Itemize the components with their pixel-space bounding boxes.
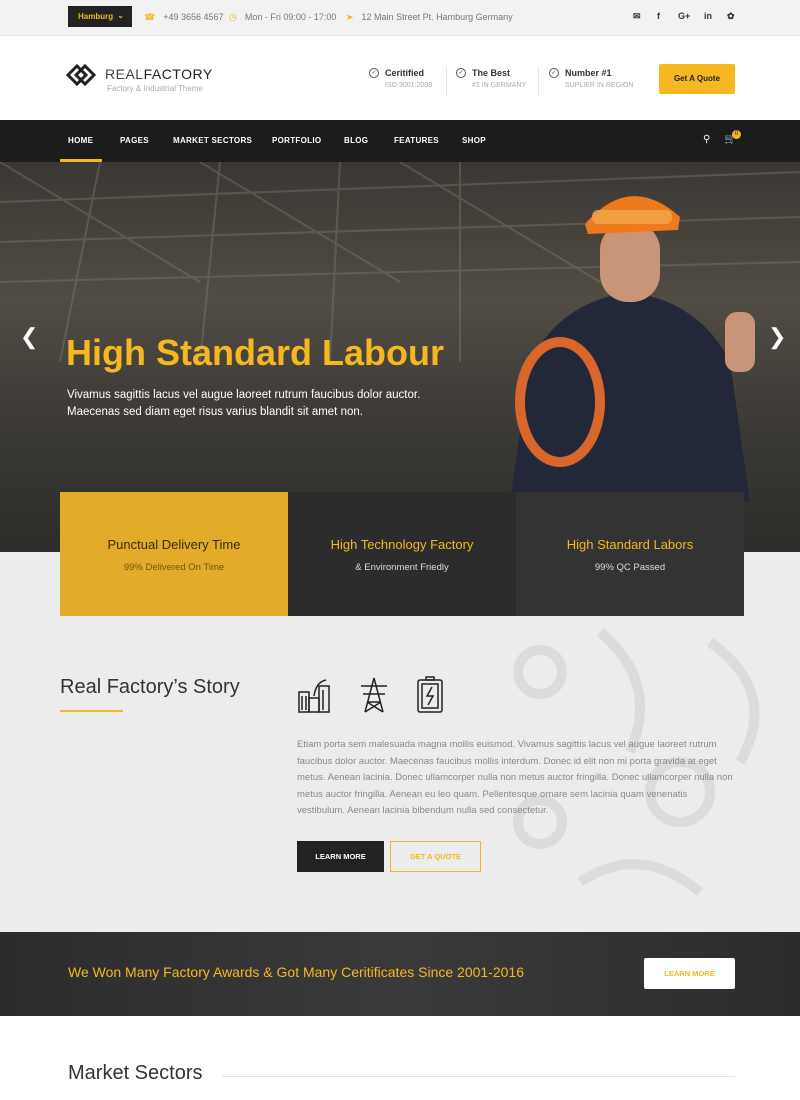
cart-count-badge: 0 — [732, 130, 741, 139]
divider — [446, 66, 447, 96]
phone-info: ☎ +49 3656 4567 — [144, 12, 224, 23]
next-slide-arrow-icon[interactable]: ❯ — [768, 324, 786, 350]
feature-box-title: Punctual Delivery Time — [107, 537, 241, 552]
top-bar: Hamburg ⌄ ☎ +49 3656 4567 ◷ Mon - Fri 09:0… — [0, 0, 800, 36]
learn-more-button[interactable]: LEARN MORE — [297, 841, 384, 872]
feature-box-labors[interactable]: High Standard Labors 99% QC Passed — [516, 492, 744, 616]
twitter-icon[interactable]: ✿ — [727, 11, 735, 22]
feature-box-title: High Technology Factory — [330, 537, 474, 552]
prev-slide-arrow-icon[interactable]: ❮ — [20, 324, 38, 350]
linkedin-icon[interactable]: in — [704, 11, 712, 21]
feature-subtitle: ISO 9001:2008 — [385, 82, 433, 89]
logo-icon[interactable] — [66, 64, 96, 86]
nav-item-features[interactable]: FEATURES — [394, 136, 439, 145]
hero-subtitle: Vivamus sagittis lacus vel augue laoreet… — [67, 387, 467, 421]
city-label: Hamburg — [78, 12, 114, 21]
hours-info: ◷ Mon - Fri 09:00 - 17:00 — [229, 12, 336, 23]
feature-title: Ceritified — [385, 68, 425, 78]
nav-item-home[interactable]: HOME — [68, 136, 93, 145]
feature-title: The Best — [472, 68, 511, 78]
phone-icon: ☎ — [144, 12, 156, 22]
check-circle-icon: ✓ — [549, 68, 559, 78]
feature-box-delivery[interactable]: Punctual Delivery Time 99% Delivered On … — [60, 492, 288, 616]
phone-text: +49 3656 4567 — [163, 12, 224, 22]
nav-item-shop[interactable]: SHOP — [462, 136, 486, 145]
logo-text-part2: FACTORY — [143, 66, 213, 82]
nav-item-market-sectors[interactable]: MARKET SECTORS — [173, 136, 252, 145]
hours-text: Mon - Fri 09:00 - 17:00 — [244, 12, 337, 22]
story-paragraph: Etiam porta sem malesuada magna mollis e… — [297, 739, 733, 816]
factory-icon — [298, 679, 330, 713]
market-sectors-title: Market Sectors — [68, 1062, 203, 1084]
nav-item-blog[interactable]: BLOG — [344, 136, 368, 145]
feature-box-subtitle: 99% QC Passed — [594, 562, 666, 573]
check-circle-icon: ✓ — [456, 68, 466, 78]
main-nav: HOME PAGES MARKET SECTORS PORTFOLIO BLOG… — [0, 120, 800, 162]
feature-title: Number #1 — [565, 68, 612, 78]
feature-subtitle: #1 IN GERMANY — [472, 82, 527, 89]
feature-box-subtitle: & Environment Friedly — [355, 562, 449, 573]
get-quote-outline-button[interactable]: GET A QUOTE — [390, 841, 481, 872]
feature-subtitle: SUPLIER IN REGION — [565, 82, 634, 89]
clock-icon: ◷ — [229, 12, 237, 22]
search-icon[interactable]: ⚲ — [703, 134, 710, 145]
logo-text-part1: REAL — [105, 66, 144, 82]
city-select[interactable]: Hamburg ⌄ — [68, 6, 132, 27]
chevron-down-icon: ⌄ — [117, 11, 124, 20]
worker-image — [510, 196, 755, 502]
feature-box-subtitle: 99% Delivered On Time — [123, 562, 225, 573]
feature-box-technology[interactable]: High Technology Factory & Environment Fr… — [288, 492, 516, 616]
logo-text[interactable]: REALFACTORY — [105, 66, 213, 82]
site-header: REALFACTORY Factory & Industrial Theme ✓… — [0, 36, 800, 120]
address-text: 12 Main Street Pt. Hamburg Germany — [361, 12, 513, 22]
location-arrow-icon: ➤ — [346, 12, 354, 22]
get-a-quote-button[interactable]: Get A Quote — [659, 64, 735, 94]
awards-learn-more-button[interactable]: LEARN MORE — [644, 958, 735, 989]
nav-item-portfolio[interactable]: PORTFOLIO — [272, 136, 321, 145]
mail-icon[interactable]: ✉ — [633, 11, 641, 22]
story-title: Real Factory’s Story — [60, 676, 240, 698]
divider — [538, 66, 539, 96]
address-info: ➤ 12 Main Street Pt. Hamburg Germany — [346, 12, 513, 23]
awards-text: We Won Many Factory Awards & Got Many Ce… — [68, 964, 524, 980]
awards-banner: We Won Many Factory Awards & Got Many Ce… — [0, 932, 800, 1016]
logo-tagline: Factory & Industrial Theme — [107, 84, 203, 93]
battery-icon — [417, 676, 443, 713]
hero-subtitle-line2: Maecenas sed diam eget risus varius blan… — [67, 406, 363, 418]
check-circle-icon: ✓ — [369, 68, 379, 78]
section-divider-line — [222, 1076, 735, 1077]
facebook-icon[interactable]: f — [657, 11, 660, 21]
hero-title: High Standard Labour — [66, 332, 444, 373]
google-plus-icon[interactable]: G+ — [678, 11, 690, 21]
nav-item-pages[interactable]: PAGES — [120, 136, 149, 145]
feature-box-title: High Standard Labors — [566, 537, 694, 552]
hero-subtitle-line1: Vivamus sagittis lacus vel augue laoreet… — [67, 389, 421, 401]
story-title-underline — [60, 710, 123, 712]
power-tower-icon — [361, 677, 387, 713]
